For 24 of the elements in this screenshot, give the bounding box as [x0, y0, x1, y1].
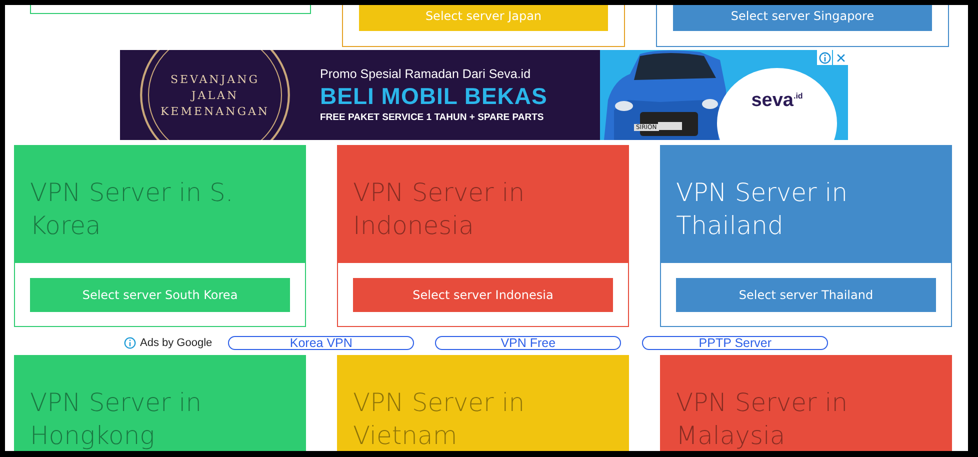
info-icon[interactable]: [124, 337, 136, 349]
ad-headline: BELI MOBIL BEKAS: [320, 83, 548, 110]
server-title: VPN Server in S. Korea: [30, 177, 234, 242]
ad-subline: FREE PAKET SERVICE 1 TAHUN + SPARE PARTS: [320, 112, 545, 123]
emblem-text: JALAN: [191, 88, 239, 102]
ads-by-label: Ads by Google: [140, 337, 212, 349]
server-title: VPN Server in Indonesia: [353, 177, 526, 242]
ad-link[interactable]: PPTP Server: [642, 336, 828, 350]
select-server-button[interactable]: Select server South Korea: [30, 278, 290, 312]
ad-link[interactable]: Korea VPN: [228, 336, 414, 350]
brand-logo: seva$^{.id}$: [751, 90, 803, 113]
select-server-button[interactable]: Select server Thailand: [676, 278, 936, 312]
promo-text: Promo Spesial Ramadan Dari Seva.id: [320, 67, 532, 81]
emblem-text: KEMENANGAN: [160, 104, 270, 118]
emblem-text: SEVANJANG: [170, 72, 260, 86]
server-title: VPN Server in Malaysia: [676, 387, 849, 451]
ad-link[interactable]: VPN Free: [435, 336, 622, 350]
info-icon[interactable]: [817, 50, 832, 65]
select-server-button[interactable]: Select server Singapore: [673, 5, 932, 31]
server-title: VPN Server in Thailand: [676, 177, 849, 242]
server-title: VPN Server in Vietnam: [353, 387, 526, 451]
close-icon[interactable]: [833, 50, 848, 65]
select-server-button[interactable]: Select server Indonesia: [353, 278, 613, 312]
server-title: VPN Server in Hongkong: [30, 387, 203, 451]
